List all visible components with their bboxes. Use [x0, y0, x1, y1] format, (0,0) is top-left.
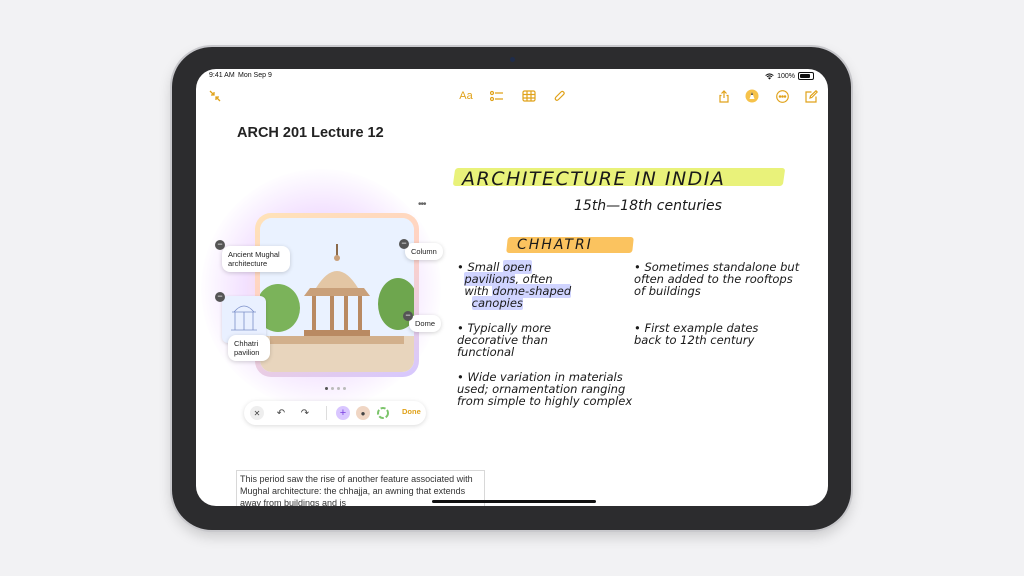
- add-icon[interactable]: +: [336, 406, 350, 420]
- notes-toolbar: Aa: [196, 87, 828, 107]
- close-icon[interactable]: ✕: [250, 406, 264, 420]
- arrows-collapse-icon[interactable]: [207, 87, 223, 105]
- text-format-button[interactable]: Aa: [457, 87, 475, 105]
- style-icon[interactable]: [376, 406, 390, 420]
- bullet-left-3[interactable]: • Wide variation in materials used; orna…: [457, 371, 642, 407]
- battery-percent: 100%: [777, 72, 795, 80]
- paperclip-icon[interactable]: [552, 87, 568, 105]
- status-right: 100%: [765, 72, 814, 80]
- handwritten-section[interactable]: CHHATRI: [517, 238, 593, 253]
- chip-ancient-mughal-label: Ancient Mughal architecture: [228, 250, 280, 268]
- handwritten-subheading[interactable]: 15th—18th centuries: [574, 199, 722, 214]
- remove-chhatri-icon[interactable]: −: [215, 292, 225, 302]
- note-title[interactable]: ARCH 201 Lecture 12: [237, 125, 384, 141]
- status-bar: 9:41 AM Mon Sep 9 100%: [196, 69, 828, 85]
- battery-icon: [798, 72, 814, 80]
- bullet-right-2[interactable]: • First example dates back to 12th centu…: [634, 322, 769, 346]
- generated-image: [260, 218, 414, 372]
- wifi-icon: [765, 72, 774, 79]
- handwritten-heading[interactable]: ARCHITECTURE IN INDIA: [462, 169, 725, 189]
- bullet-left-1[interactable]: • Small open pavilions, often with dome-…: [457, 260, 617, 310]
- image-page-dots[interactable]: [325, 387, 346, 390]
- remove-column-icon[interactable]: −: [399, 239, 409, 249]
- status-date: Mon Sep 9: [238, 72, 272, 79]
- ellipsis-icon[interactable]: [774, 87, 790, 105]
- remove-ancient-mughal-icon[interactable]: −: [215, 240, 225, 250]
- chip-ancient-mughal[interactable]: Ancient Mughal architecture: [222, 246, 290, 272]
- chip-column[interactable]: Column: [405, 243, 443, 260]
- bullet-left-2[interactable]: • Typically more decorative than functio…: [457, 322, 607, 358]
- person-icon[interactable]: ●: [356, 406, 370, 420]
- image-playground-card[interactable]: [255, 213, 419, 377]
- undo-icon[interactable]: ↶: [274, 406, 288, 420]
- checklist-icon[interactable]: [489, 87, 505, 105]
- front-camera: [462, 54, 562, 64]
- share-icon[interactable]: [716, 87, 732, 105]
- redo-icon[interactable]: ↷: [298, 406, 312, 420]
- toolbar-separator: [326, 406, 327, 420]
- status-time: 9:41 AM: [209, 72, 235, 79]
- pencil-tip-icon[interactable]: [744, 87, 760, 105]
- chip-chhatri-pavilion[interactable]: Chhatri pavilion: [228, 335, 270, 361]
- compose-icon[interactable]: [803, 87, 819, 105]
- chip-column-label: Column: [411, 247, 437, 256]
- chip-chhatri-label: Chhatri pavilion: [234, 339, 260, 357]
- remove-dome-icon[interactable]: −: [403, 311, 413, 321]
- chip-dome[interactable]: Dome: [409, 315, 442, 332]
- bullet-right-1[interactable]: • Sometimes standalone but often added t…: [634, 261, 804, 297]
- home-indicator[interactable]: [432, 500, 596, 503]
- image-edit-toolbar: ✕ ↶ ↷ + ● Done: [244, 401, 426, 425]
- done-button[interactable]: Done: [402, 407, 421, 416]
- table-icon[interactable]: [521, 87, 537, 105]
- notes-screen: 9:41 AM Mon Sep 9 100% Aa ARCH 201 Lectu…: [196, 69, 828, 506]
- chip-dome-label: Dome: [415, 319, 436, 328]
- card-more-icon[interactable]: •••: [418, 199, 426, 210]
